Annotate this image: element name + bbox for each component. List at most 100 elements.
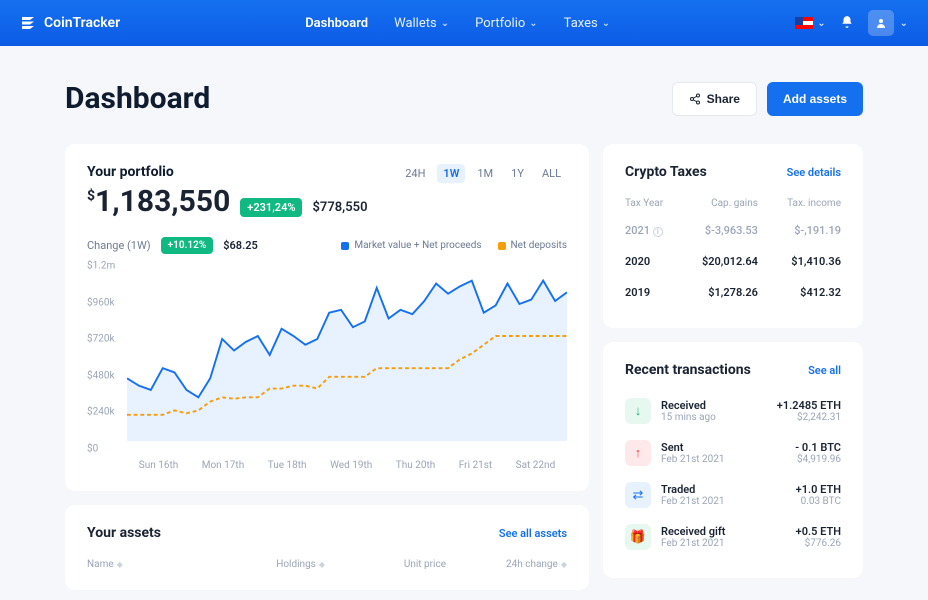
- sort-icon: ◆: [561, 560, 567, 569]
- change-pill: +231,24%: [240, 198, 302, 217]
- nav-dashboard[interactable]: Dashboard: [305, 16, 368, 31]
- tx-usd: 0.03 BTC: [796, 496, 841, 507]
- tx-time: Feb 21st 2021: [661, 496, 786, 507]
- tx-type-icon: ⇄: [625, 482, 651, 508]
- col-change[interactable]: 24h change ◆: [450, 559, 567, 570]
- taxes-card: Crypto Taxes See details Tax Year Cap. g…: [603, 144, 863, 328]
- tx-type: Traded: [661, 483, 786, 496]
- sub-amount: $778,550: [312, 200, 367, 215]
- col-price[interactable]: Unit price: [329, 559, 446, 570]
- chevron-down-icon: ⌄: [817, 18, 825, 29]
- page-title: Dashboard: [65, 81, 210, 116]
- tx-time: Feb 21st 2021: [661, 538, 786, 549]
- range-1m[interactable]: 1M: [471, 164, 499, 183]
- x-tick: Tue 18th: [268, 460, 307, 471]
- tx-amount: +1.2485 ETH: [777, 399, 841, 412]
- add-assets-button[interactable]: Add assets: [767, 82, 863, 116]
- transactions-title: Recent transactions: [625, 362, 751, 378]
- info-icon: i: [653, 227, 663, 237]
- brand-label: CoinTracker: [44, 15, 120, 31]
- notifications-button[interactable]: [840, 14, 854, 33]
- tx-amount: +0.5 ETH: [796, 525, 841, 538]
- topbar-actions: ⌄ ⌄: [795, 10, 908, 36]
- transaction-item[interactable]: ↑ SentFeb 21st 2021 - 0.1 BTC$4,919.96: [625, 432, 841, 474]
- x-tick: Thu 20th: [396, 460, 436, 471]
- chevron-down-icon: ⌄: [900, 18, 908, 29]
- share-icon: [689, 93, 701, 105]
- transaction-item[interactable]: ↓ Received15 mins ago +1.2485 ETH$2,242.…: [625, 390, 841, 432]
- tx-amount: - 0.1 BTC: [795, 441, 841, 454]
- brand[interactable]: CoinTracker: [20, 15, 120, 31]
- range-1y[interactable]: 1Y: [505, 164, 530, 183]
- logo-icon: [20, 15, 36, 31]
- tax-row[interactable]: 2019$1,278.26$412.32: [625, 277, 841, 308]
- topbar: CoinTracker Dashboard Wallets ⌄ Portfoli…: [0, 0, 928, 46]
- legend-nd: Net deposits: [498, 240, 567, 251]
- x-tick: Wed 19th: [330, 460, 372, 471]
- tx-usd: $776.26: [796, 538, 841, 549]
- transaction-item[interactable]: ⇄ TradedFeb 21st 2021 +1.0 ETH0.03 BTC: [625, 474, 841, 516]
- taxes-title: Crypto Taxes: [625, 164, 707, 180]
- tx-type: Received: [661, 399, 767, 412]
- x-tick: Sat 22nd: [516, 460, 556, 471]
- range-1w[interactable]: 1W: [437, 164, 465, 183]
- y-tick: $0: [87, 444, 98, 455]
- main-nav: Dashboard Wallets ⌄ Portfolio ⌄ Taxes ⌄: [305, 16, 610, 31]
- tax-row[interactable]: 2020$20,012.64$1,410.36: [625, 246, 841, 277]
- range-selector: 24H 1W 1M 1Y ALL: [399, 164, 567, 183]
- tax-row[interactable]: 2021 i$-3,963.53$-,191.19: [625, 215, 841, 246]
- y-tick: $480k: [87, 370, 115, 381]
- transactions-card: Recent transactions See all ↓ Received15…: [603, 342, 863, 578]
- assets-card: Your assets See all assets Name ◆ Holdin…: [65, 505, 589, 590]
- x-tick: Fri 21st: [459, 460, 492, 471]
- see-details-link[interactable]: See details: [787, 166, 841, 179]
- flag-icon: [795, 17, 813, 29]
- user-menu[interactable]: ⌄: [868, 10, 908, 36]
- chevron-down-icon: ⌄: [529, 18, 537, 29]
- portfolio-chart: $0$240k$480k$720k$960k$1.2m Sun 16thMon …: [87, 266, 567, 471]
- tx-type: Sent: [661, 441, 785, 454]
- portfolio-value: $1,183,550: [87, 184, 230, 219]
- user-icon: [868, 10, 894, 36]
- chevron-down-icon: ⌄: [441, 18, 449, 29]
- range-all[interactable]: ALL: [536, 164, 567, 183]
- sort-icon: ◆: [117, 560, 123, 569]
- th-year: Tax Year: [625, 198, 675, 209]
- th-gains: Cap. gains: [675, 198, 758, 209]
- tx-usd: $2,242.31: [777, 412, 841, 423]
- y-tick: $240k: [87, 407, 115, 418]
- range-24h[interactable]: 24H: [399, 164, 431, 183]
- see-all-assets-link[interactable]: See all assets: [499, 527, 567, 540]
- sort-icon: ◆: [319, 560, 325, 569]
- change-small-amt: $68.25: [223, 239, 258, 252]
- legend-mv: Market value + Net proceeds: [341, 240, 481, 251]
- tx-usd: $4,919.96: [795, 454, 841, 465]
- change-label: Change (1W): [87, 239, 151, 252]
- see-all-transactions-link[interactable]: See all: [808, 364, 841, 377]
- tx-time: Feb 21st 2021: [661, 454, 785, 465]
- nav-taxes[interactable]: Taxes ⌄: [564, 16, 610, 31]
- tx-type-icon: ↑: [625, 440, 651, 466]
- tx-type: Received gift: [661, 525, 786, 538]
- assets-columns: Name ◆ Holdings ◆ Unit price 24h change …: [87, 553, 567, 570]
- chevron-down-icon: ⌄: [602, 18, 610, 29]
- tx-time: 15 mins ago: [661, 412, 767, 423]
- bell-icon: [840, 15, 854, 29]
- y-tick: $720k: [87, 334, 115, 345]
- assets-title: Your assets: [87, 525, 161, 541]
- y-tick: $1.2m: [87, 261, 115, 272]
- tx-amount: +1.0 ETH: [796, 483, 841, 496]
- col-holdings[interactable]: Holdings ◆: [208, 559, 325, 570]
- portfolio-card: Your portfolio $1,183,550 +231,24% $778,…: [65, 144, 589, 491]
- tx-type-icon: 🎁: [625, 524, 651, 550]
- change-small-pill: +10.12%: [161, 237, 214, 254]
- transaction-item[interactable]: 🎁 Received giftFeb 21st 2021 +0.5 ETH$77…: [625, 516, 841, 558]
- tx-type-icon: ↓: [625, 398, 651, 424]
- col-name[interactable]: Name ◆: [87, 559, 204, 570]
- nav-wallets[interactable]: Wallets ⌄: [394, 16, 449, 31]
- share-button[interactable]: Share: [672, 82, 757, 116]
- y-tick: $960k: [87, 297, 115, 308]
- th-income: Tax. income: [758, 198, 841, 209]
- nav-portfolio[interactable]: Portfolio ⌄: [475, 16, 538, 31]
- locale-switch[interactable]: ⌄: [795, 17, 825, 29]
